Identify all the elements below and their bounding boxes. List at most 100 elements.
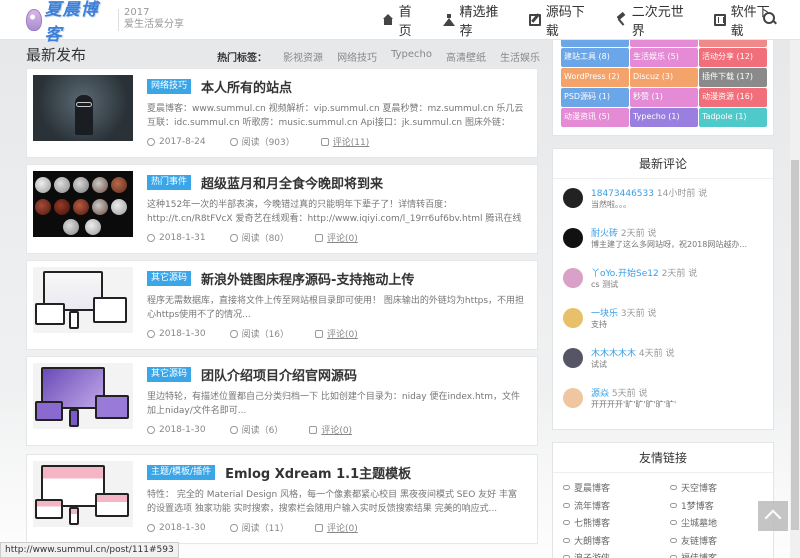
comment-icon	[315, 233, 324, 242]
comment-icon	[320, 137, 329, 146]
moon-phase	[54, 177, 70, 193]
hot-tag[interactable]: Typecho	[391, 49, 432, 64]
scrollbar-thumb[interactable]	[791, 160, 799, 530]
post-title[interactable]: 新浪外链图床程序源码-支持拖动上传	[201, 269, 414, 288]
tag-chip[interactable]: 动漫资讯 (5)	[561, 108, 629, 127]
post-meta: 2017-8-24 阅读（903） 评论(11)	[147, 135, 369, 148]
site-logo[interactable]: 夏晨博客	[26, 0, 114, 45]
comment-time: 14小时前 说	[656, 189, 708, 199]
tag-chip[interactable]: 生活娱乐 (5)	[630, 48, 698, 67]
tag-cloud: 建站工具 (8) 生活娱乐 (5) 活动分享 (12) WordPress (2) Di…	[552, 30, 774, 136]
comment-text: 试试	[591, 360, 607, 369]
post-comments-link[interactable]: 评论(0)	[327, 521, 358, 534]
post-thumbnail[interactable]	[33, 461, 133, 527]
hot-tag[interactable]: 影视资源	[283, 49, 323, 64]
link-icon	[563, 537, 570, 543]
comment-text: 支持	[591, 320, 607, 329]
tag-chip[interactable]: WordPress (2)	[561, 68, 629, 87]
hot-tag[interactable]: 高清壁纸	[446, 49, 486, 64]
nav-home[interactable]: 首页	[382, 1, 424, 39]
friend-link[interactable]: 浪子游侠	[563, 549, 670, 558]
post-views: 阅读（80）	[241, 234, 290, 244]
person-silhouette	[75, 95, 93, 135]
post-comments-link[interactable]: 评论(0)	[327, 231, 358, 244]
post-excerpt: 这种152年一次的半部表演，今晚错过真的只能明年下辈子了！详情转百度：http:…	[147, 200, 522, 224]
comment-time: 4天前 说	[638, 349, 675, 359]
tag-chip[interactable]: Discuz (3)	[630, 68, 698, 87]
category-badge[interactable]: 其它源码	[147, 367, 192, 382]
category-badge[interactable]: 网络技巧	[147, 79, 192, 94]
tablet-mockup	[35, 499, 63, 519]
comment-item: 18473446533 14小时前 说当然啦。。。	[561, 185, 769, 225]
commenter-name[interactable]: 源焱	[591, 389, 609, 399]
hot-tag[interactable]: 生活娱乐	[500, 49, 540, 64]
avatar[interactable]	[563, 268, 583, 288]
avatar[interactable]	[563, 348, 583, 368]
tag-chip[interactable]: 建站工具 (8)	[561, 48, 629, 67]
tag-chip[interactable]: PSD源码 (1)	[561, 88, 629, 107]
avatar[interactable]	[563, 388, 583, 408]
avatar[interactable]	[563, 188, 583, 208]
friend-link-label: 大朗博客	[574, 536, 611, 547]
nav-anime-world[interactable]: 二次元世界	[615, 1, 695, 39]
commenter-name[interactable]: 耐火砖	[591, 229, 618, 239]
post-title[interactable]: Emlog Xdream 1.1主题模板	[225, 463, 411, 482]
flask-icon	[442, 14, 455, 26]
friends-title: 友情链接	[553, 443, 773, 473]
section-header: 最新发布 热门标签： 影视资源 网络技巧 Typecho 高清壁纸 生活娱乐	[26, 42, 540, 68]
tag-chip[interactable]: 秒赞 (1)	[630, 88, 698, 107]
tag-chip[interactable]: Tadpole (1)	[699, 108, 767, 127]
post-title[interactable]: 本人所有的站点	[201, 77, 292, 96]
tablet-mockup	[35, 401, 63, 421]
commenter-name[interactable]: 木木木木木	[591, 349, 636, 359]
status-bar-url: http://www.summul.cn/post/111#593	[0, 542, 179, 558]
commenter-name[interactable]: 18473446533	[591, 189, 654, 199]
eye-icon	[229, 425, 238, 434]
post-thumbnail[interactable]	[33, 363, 133, 429]
clock-icon	[147, 523, 155, 532]
link-icon	[670, 520, 677, 526]
nav-label: 二次元世界	[631, 5, 684, 39]
post-thumbnail[interactable]	[33, 171, 133, 237]
nav-source-download[interactable]: 源码下载	[528, 1, 596, 39]
phone-mockup	[69, 311, 79, 329]
friend-link[interactable]: 福佳博客	[670, 549, 777, 558]
avatar[interactable]	[563, 228, 583, 248]
hot-tag[interactable]: 网络技巧	[337, 49, 377, 64]
avatar[interactable]	[563, 308, 583, 328]
site-tagline: 2017 爱生活爱分享	[124, 7, 184, 31]
commenter-name[interactable]: 丫oYo.开始Se12	[591, 269, 659, 279]
search-icon[interactable]	[762, 11, 776, 25]
moon-phase	[73, 177, 89, 193]
friend-link[interactable]: 七熊博客	[563, 514, 670, 532]
tag-chip[interactable]: 动漫资源 (16)	[699, 88, 767, 107]
post-thumbnail[interactable]	[33, 75, 133, 141]
friend-link[interactable]: 流年博客	[563, 497, 670, 515]
post-comments-link[interactable]: 评论(0)	[321, 423, 352, 436]
category-badge[interactable]: 其它源码	[147, 271, 192, 286]
post-comments-link[interactable]: 评论(0)	[327, 327, 358, 340]
post-title[interactable]: 团队介绍项目介绍官网源码	[201, 365, 357, 384]
friend-link[interactable]: 大朗博客	[563, 532, 670, 550]
category-badge[interactable]: 热门事件	[147, 175, 192, 190]
tag-chip[interactable]: 插件下载 (17)	[699, 68, 767, 87]
tag-chip[interactable]: 活动分享 (12)	[699, 48, 767, 67]
friend-link[interactable]: 夏晨博客	[563, 479, 670, 497]
nav-featured[interactable]: 精选推荐	[442, 1, 510, 39]
nav-label: 首页	[398, 5, 412, 39]
post-card: 网络技巧 本人所有的站点 夏晨博客：www.summul.cn 视频解析：vip.…	[26, 68, 538, 158]
post-comments-link[interactable]: 评论(11)	[333, 135, 369, 148]
friend-link-label: 夏晨博客	[574, 484, 611, 495]
friend-link-label: 尘城墓地	[681, 519, 718, 530]
category-badge[interactable]: 主题/模板/插件	[147, 465, 216, 480]
friend-link[interactable]: 天空博客	[670, 479, 777, 497]
commenter-name[interactable]: 一块乐	[591, 309, 618, 319]
post-thumbnail[interactable]	[33, 267, 133, 333]
back-to-top-button[interactable]	[758, 501, 788, 531]
tag-chip[interactable]: Typecho (1)	[630, 108, 698, 127]
post-title[interactable]: 超级蓝月和月全食今晚即将到来	[201, 173, 383, 192]
friend-link[interactable]: 友链博客	[670, 532, 777, 550]
moon-phase	[92, 177, 108, 193]
post-date: 2018-1-30	[159, 328, 206, 339]
phone-mockup	[69, 409, 79, 427]
